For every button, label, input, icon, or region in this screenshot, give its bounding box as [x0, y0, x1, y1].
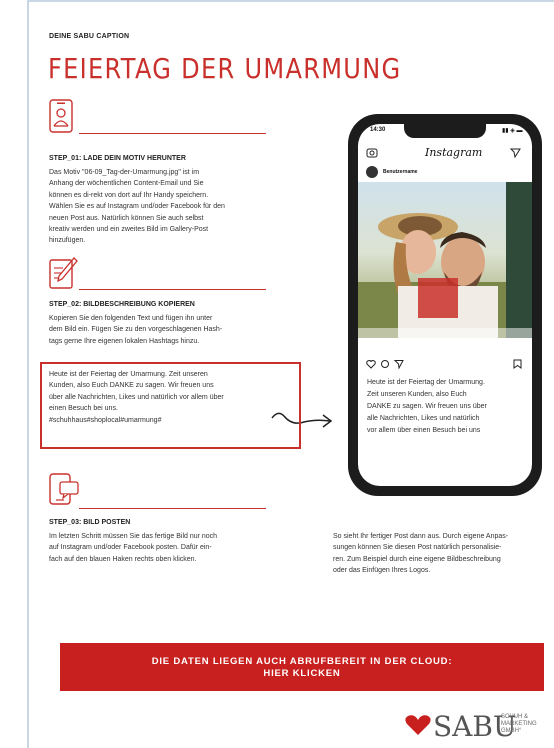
preview-note-line: ren. Zum Beispiel durch eine eigene Bild…: [333, 555, 501, 563]
caption-line: Heute ist der Feiertag der Umarmung. Zei…: [49, 371, 208, 378]
step1-body: Das Motiv "06-09_Tag-der-Umarmung.jpg" i…: [49, 167, 279, 247]
heart-logo-icon: [404, 714, 432, 741]
step3-line: Im letzten Schritt müssen Sie das fertig…: [49, 533, 218, 540]
phone-notch: [404, 124, 486, 138]
step2-body: Kopieren Sie den folgenden Text und füge…: [49, 313, 279, 347]
post-caption-line: Zeit unseren Kunden, also Euch: [367, 391, 467, 398]
instagram-logo: Instagram: [425, 146, 483, 159]
caption-text[interactable]: Heute ist der Feiertag der Umarmung. Zei…: [49, 369, 295, 426]
step2-line: Kopieren Sie den folgenden Text und füge…: [49, 315, 213, 322]
step1-line: Wählen Sie es auf Instagram und/oder Fac…: [49, 203, 225, 211]
logo-sub-line: MARKETING: [501, 721, 537, 727]
page-edge-left: [27, 0, 29, 748]
caption-line: über alle Nachrichten, Likes und natürli…: [49, 393, 224, 401]
preview-note-line: So sieht Ihr fertiger Post dann aus. Dur…: [333, 533, 509, 540]
post-caption-line: vor allem über einen Besuch bei uns: [367, 427, 481, 434]
post-caption: Heute ist der Feiertag der Umarmung. Zei…: [367, 377, 517, 437]
company-logo-subtitle: SCHUH & MARKETING GMBH°: [501, 714, 537, 735]
section-caption: DEINE SABU CAPTION: [49, 33, 130, 40]
caption-line: Kunden, also Euch DANKE zu sagen. Wir fr…: [49, 382, 214, 390]
step1-line: können es di-rekt von dort auf Ihr Handy…: [49, 191, 209, 199]
page-title: FEIERTAG DER UMARMUNG: [48, 52, 402, 85]
logo-sub-line: GMBH°: [501, 728, 522, 734]
caption-hashtags: #schuhhaus#shoplocal#umarmung#: [49, 416, 162, 424]
step1-divider: [79, 133, 266, 134]
cloud-download-button[interactable]: DIE DATEN LIEGEN AUCH ABRUFBEREIT IN DER…: [60, 643, 544, 691]
step3-divider: [79, 508, 266, 509]
send-icon[interactable]: [509, 145, 521, 163]
username[interactable]: Benutzername: [383, 169, 417, 175]
arrow-icon: [270, 408, 336, 439]
logo-sub-line: SCHUH &: [501, 714, 529, 720]
step2-line: dem Bild ein. Fügen Sie zu den vorgeschl…: [49, 326, 223, 334]
page-edge-top: [27, 0, 554, 2]
step1-line: Anhang der wöchentlichen Content-Email u…: [49, 180, 204, 188]
post-caption-line: DANKE zu sagen. Wir freuen uns über: [367, 403, 487, 410]
post-caption-line: alle Nachrichten, Likes und natürlich: [367, 415, 480, 422]
phone-message-icon: [48, 472, 82, 506]
camera-icon[interactable]: [366, 145, 378, 163]
cta-line-2: HIER KLICKEN: [263, 668, 341, 679]
post-actions: [366, 356, 408, 374]
preview-note: So sieht Ihr fertiger Post dann aus. Dur…: [333, 531, 548, 577]
step1-line: Das Motiv "06-09_Tag-der-Umarmung.jpg" i…: [49, 169, 200, 176]
preview-note-line: oder das Einfügen Ihres Logos.: [333, 567, 431, 575]
cta-line-1: DIE DATEN LIEGEN AUCH ABRUFBEREIT IN DER…: [151, 656, 453, 667]
portrait-phone-icon: [48, 98, 74, 134]
step3-body: Im letzten Schritt müssen Sie das fertig…: [49, 531, 279, 565]
caption-line: einen Besuch bei uns.: [49, 405, 118, 413]
step3-line: fach auf den blauen Haken rechts oben kl…: [49, 555, 197, 563]
bookmark-icon[interactable]: [513, 356, 522, 374]
phone-status-icons: ▮▮ ◈ ▬: [502, 128, 523, 134]
phone-time: 14:30: [370, 127, 386, 133]
step1-title: STEP_01: LADE DEIN MOTIV HERUNTER: [49, 155, 186, 162]
pencil-note-icon: [48, 256, 78, 290]
step1-line: kreativ werden und ein zweites Bild im G…: [49, 226, 209, 234]
avatar[interactable]: [366, 166, 378, 178]
step3-title: STEP_03: BILD POSTEN: [49, 519, 131, 526]
post-photo: [358, 182, 532, 338]
post-caption-line: Heute ist der Feiertag der Umarmung.: [367, 379, 485, 386]
step3-line: auf Instagram und/oder Facebook posten. …: [49, 544, 212, 552]
step2-line: tags gerne Ihre eigenen lokalen Hashtags…: [49, 337, 200, 345]
step1-line: hinzufügen.: [49, 237, 86, 245]
step2-divider: [79, 289, 266, 290]
step1-line: neuen Post aus. Natürlich können Sie auc…: [49, 214, 204, 222]
preview-note-line: sungen können Sie diesen Post natürlich …: [333, 544, 502, 552]
step2-title: STEP_02: BILDBESCHREIBUNG KOPIEREN: [49, 301, 195, 308]
